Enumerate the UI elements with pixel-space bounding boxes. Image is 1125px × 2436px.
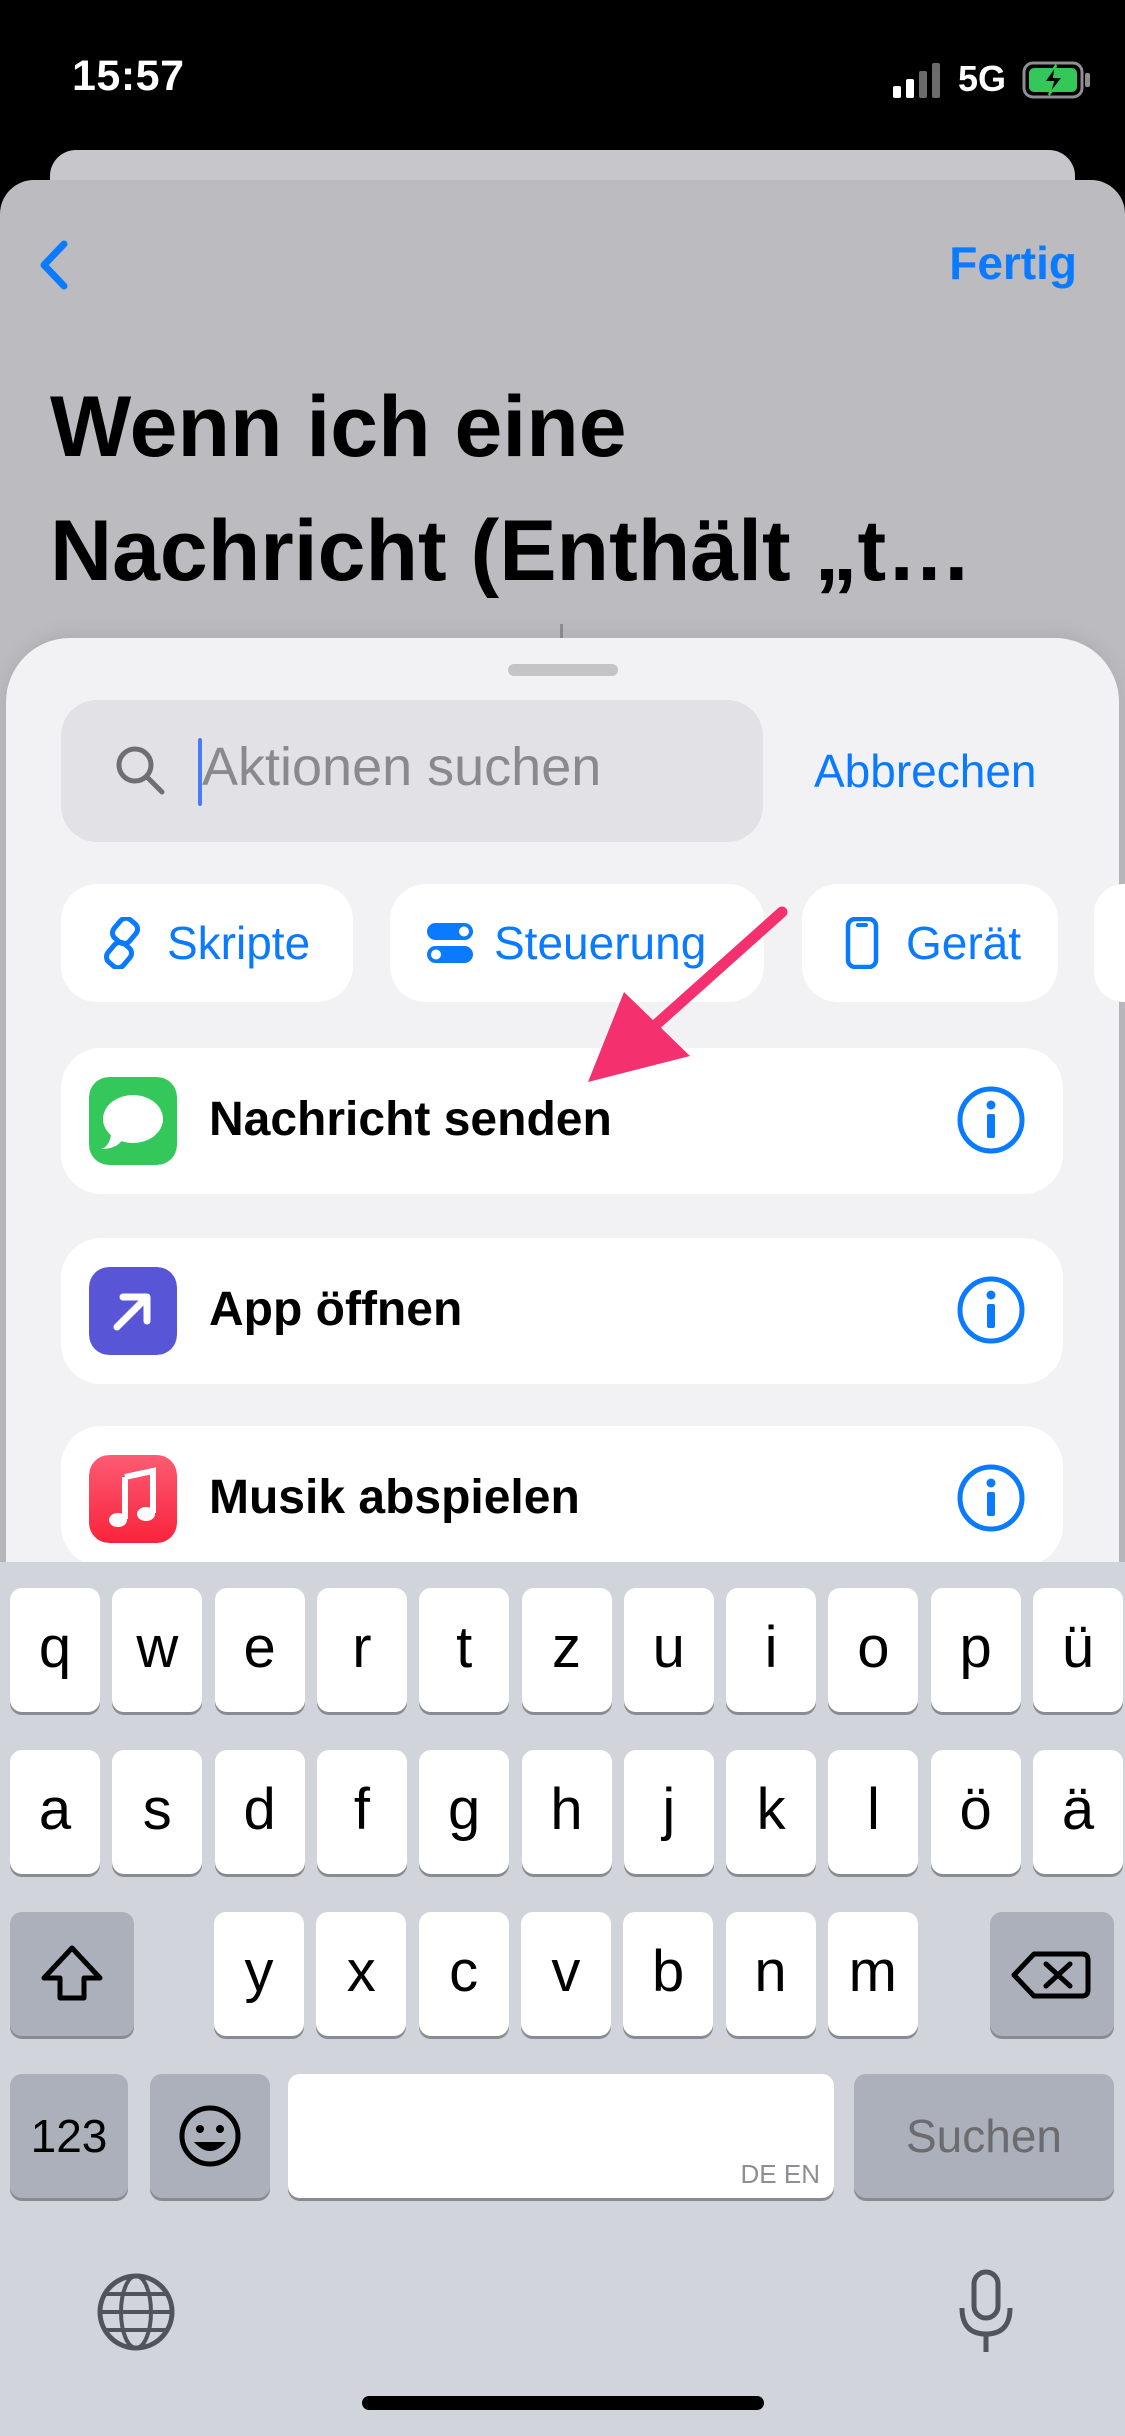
info-icon[interactable] xyxy=(955,1462,1027,1534)
key-ü[interactable]: ü xyxy=(1033,1588,1123,1712)
shift-arrow-icon xyxy=(41,1945,103,2001)
search-placeholder[interactable]: Aktionen suchen xyxy=(202,736,601,798)
language-hint: DE EN xyxy=(740,2159,820,2189)
key-j[interactable]: j xyxy=(623,1750,714,1874)
key-t[interactable]: t xyxy=(419,1588,510,1712)
key-ä[interactable]: ä xyxy=(1033,1750,1123,1874)
messages-icon xyxy=(89,1077,177,1165)
category-label: Gerät xyxy=(906,917,1022,969)
category-chip-device[interactable]: Gerät xyxy=(802,884,1058,1002)
key-d[interactable]: d xyxy=(214,1750,305,1874)
search-icon xyxy=(116,746,165,795)
key-e[interactable]: e xyxy=(214,1588,305,1712)
key-l[interactable]: l xyxy=(828,1750,919,1874)
key-c[interactable]: c xyxy=(418,1912,509,2036)
space-key[interactable]: DE EN xyxy=(288,2074,834,2198)
music-icon xyxy=(89,1455,177,1543)
key-h[interactable]: h xyxy=(521,1750,612,1874)
key-y[interactable]: y xyxy=(214,1912,304,2036)
category-label: Skripte xyxy=(167,917,311,969)
globe-icon[interactable] xyxy=(94,2270,178,2354)
automation-title-line2: Nachricht (Enthält „t… xyxy=(50,503,973,599)
key-k[interactable]: k xyxy=(726,1750,817,1874)
key-u[interactable]: u xyxy=(623,1588,714,1712)
action-label: App öffnen xyxy=(209,1283,463,1336)
phone-icon xyxy=(845,917,879,969)
key-p[interactable]: p xyxy=(930,1588,1021,1712)
key-s[interactable]: s xyxy=(112,1750,203,1874)
category-chip-more[interactable] xyxy=(1094,884,1125,1002)
numbers-key[interactable]: 123 xyxy=(10,2074,128,2198)
action-label: Nachricht senden xyxy=(209,1093,612,1146)
action-label: Musik abspielen xyxy=(209,1471,580,1524)
key-w[interactable]: w xyxy=(112,1588,203,1712)
sheet-grabber[interactable] xyxy=(508,664,618,676)
info-icon[interactable] xyxy=(955,1274,1027,1346)
key-m[interactable]: m xyxy=(827,1912,918,2036)
info-icon[interactable] xyxy=(955,1084,1027,1156)
keyboard: 123 DE EN Suchen qwertzuiopü asdfghjklöä y… xyxy=(0,1562,1125,2436)
controls-icon xyxy=(427,923,473,963)
key-n[interactable]: n xyxy=(725,1912,816,2036)
key-r[interactable]: r xyxy=(316,1588,407,1712)
automation-title-line1: Wenn ich eine xyxy=(50,379,627,475)
open-app-icon xyxy=(89,1267,177,1355)
network-type: 5G xyxy=(958,58,1007,99)
microphone-icon[interactable] xyxy=(950,2268,1022,2358)
action-row-open-app[interactable]: App öffnen xyxy=(61,1238,1063,1384)
key-ö[interactable]: ö xyxy=(930,1750,1021,1874)
key-o[interactable]: o xyxy=(828,1588,919,1712)
backspace-icon xyxy=(1011,1951,1091,1999)
action-row-play-music[interactable]: Musik abspielen xyxy=(61,1426,1063,1566)
key-b[interactable]: b xyxy=(623,1912,714,2036)
key-v[interactable]: v xyxy=(520,1912,611,2036)
emoji-icon xyxy=(179,2105,241,2167)
key-g[interactable]: g xyxy=(419,1750,510,1874)
key-z[interactable]: z xyxy=(521,1588,612,1712)
cellular-signal-icon xyxy=(893,63,940,98)
key-i[interactable]: i xyxy=(726,1588,817,1712)
automation-title: Wenn ich eine Nachricht (Enthält „t… xyxy=(50,365,1090,613)
shift-key[interactable] xyxy=(10,1912,134,2036)
scripts-icon xyxy=(103,917,141,969)
delete-key[interactable] xyxy=(990,1912,1114,2036)
done-button[interactable]: Fertig xyxy=(949,236,1077,290)
key-x[interactable]: x xyxy=(316,1912,407,2036)
annotation-arrow-icon xyxy=(588,906,788,1082)
emoji-key[interactable] xyxy=(150,2074,270,2198)
home-indicator[interactable] xyxy=(362,2396,764,2410)
key-a[interactable]: a xyxy=(10,1750,100,1874)
battery-charging-icon xyxy=(1022,61,1090,99)
status-time: 15:57 xyxy=(72,52,185,100)
category-chip-scripts[interactable]: Skripte xyxy=(61,884,353,1002)
key-f[interactable]: f xyxy=(316,1750,407,1874)
back-chevron-icon[interactable] xyxy=(22,230,92,300)
key-q[interactable]: q xyxy=(10,1588,100,1712)
search-key[interactable]: Suchen xyxy=(854,2074,1114,2198)
cancel-button[interactable]: Abbrechen xyxy=(814,744,1037,798)
